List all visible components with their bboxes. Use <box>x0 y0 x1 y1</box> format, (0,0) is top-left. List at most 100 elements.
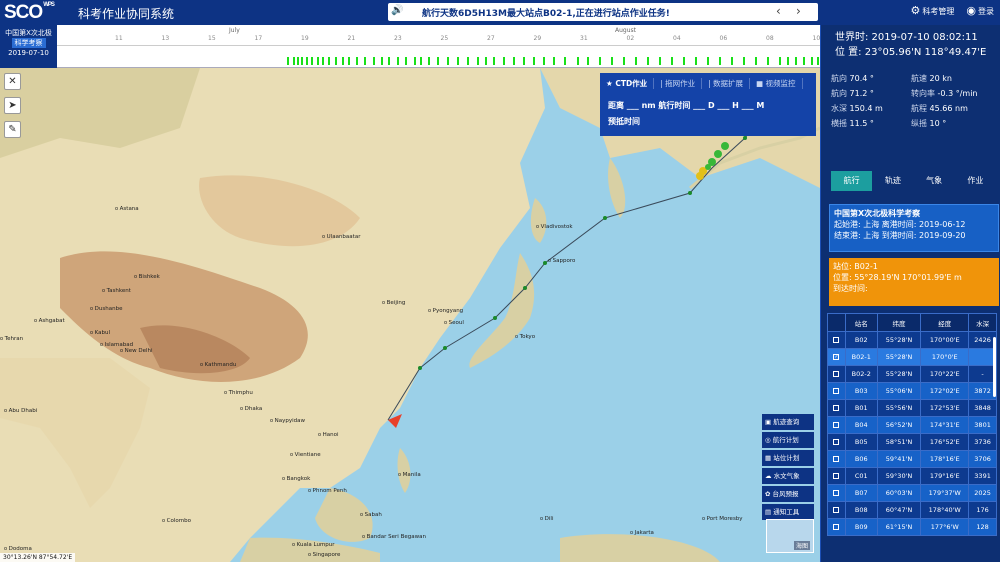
row-checkbox[interactable] <box>833 371 840 377</box>
notify-tool-button[interactable]: ▤ 通知工具 <box>762 504 814 520</box>
table-row[interactable]: B06 59°41'N 178°16'E 3706 <box>827 450 997 468</box>
table-cell: 61°15'N <box>876 518 922 536</box>
track-query-button[interactable]: ▣ 航迹查询 <box>762 414 814 430</box>
table-row[interactable]: B02-155°28'N170°0'E <box>827 348 997 366</box>
typhoon-button[interactable]: ✿ 台风预报 <box>762 486 814 502</box>
table-cell: B02-2 <box>844 365 878 383</box>
timeline-event <box>322 57 324 65</box>
tab-data[interactable]: | 数据扩展 <box>702 77 751 89</box>
table-cell: C01 <box>844 467 878 485</box>
table-cell: 3848 <box>968 399 997 417</box>
table-row[interactable]: B02-2 55°28'N 170°22'E - <box>827 365 997 383</box>
table-cell: 2025 <box>968 484 997 502</box>
notice-text: 航行天数6D5H13M最大站点B02-1,正在进行站点作业任务! <box>422 9 670 19</box>
table-row[interactable]: B05 58°51'N 176°52'E 3736 <box>827 433 997 451</box>
row-checkbox[interactable] <box>833 456 840 462</box>
table-row[interactable]: B07 60°03'N 179°37'W 2025 <box>827 484 997 502</box>
table-cell: B04 <box>844 416 878 434</box>
table-cell: B05 <box>844 433 878 451</box>
user-management-button[interactable]: ⚙ 科考管理 <box>911 4 955 17</box>
minimap[interactable]: 海图 <box>766 519 814 553</box>
notice-next-icon[interactable]: › <box>796 4 801 18</box>
timeline-tick: 08 <box>766 35 774 42</box>
tab-ctd[interactable]: ★ CTD作业 <box>600 77 655 89</box>
table-cell: 3736 <box>968 433 997 451</box>
row-checkbox[interactable] <box>833 422 840 428</box>
app-logo: SCOWPS <box>4 2 55 23</box>
tab-video[interactable]: ■ 视频监控 <box>750 77 803 89</box>
timeline-event <box>623 57 625 65</box>
row-checkbox[interactable] <box>833 490 840 496</box>
tab-track[interactable]: 轨迹 <box>872 171 913 191</box>
timeline-event <box>755 57 757 65</box>
nav-plan-button[interactable]: ◎ 航行计划 <box>762 432 814 448</box>
row-checkbox[interactable] <box>833 388 840 394</box>
row-checkbox[interactable] <box>833 337 840 343</box>
station-plan-button[interactable]: ▦ 站位计划 <box>762 450 814 466</box>
timeline-event <box>311 57 313 65</box>
close-icon[interactable]: ✕ <box>4 73 21 90</box>
tab-navigation[interactable]: 航行 <box>831 171 873 191</box>
pencil-icon[interactable]: ✎ <box>4 121 21 138</box>
table-cell: 3706 <box>968 450 997 468</box>
timeline-event <box>477 57 479 65</box>
tab-operation[interactable]: 作业 <box>955 171 996 191</box>
timeline-event <box>467 57 469 65</box>
timeline[interactable]: July August 11 13 15 17 19 21 23 25 27 29 31 02 04 06… <box>57 25 820 68</box>
timeline-event <box>297 57 299 65</box>
weather-button[interactable]: ☁ 水文气象 <box>762 468 814 484</box>
timeline-event <box>779 57 781 65</box>
table-cell: 174°31'E <box>920 416 970 434</box>
table-cell: B06 <box>844 450 878 468</box>
city-label: Thimphu <box>224 390 253 396</box>
city-label: Naypyidaw <box>270 418 305 424</box>
timeline-event <box>493 57 495 65</box>
table-row[interactable]: B09 61°15'N 177°6'W 128 <box>827 518 997 536</box>
timeline-tick: 04 <box>673 35 681 42</box>
city-label: Phnom Penh <box>308 488 347 494</box>
row-checkbox[interactable] <box>833 507 840 513</box>
table-row[interactable]: B03 55°06'N 172°02'E 3872 <box>827 382 997 400</box>
timeline-tick: 11 <box>115 35 123 42</box>
table-row[interactable]: B08 60°47'N 178°40'W 176 <box>827 501 997 519</box>
city-label: Beijing <box>382 300 406 306</box>
table-row[interactable]: B04 56°52'N 174°31'E 3801 <box>827 416 997 434</box>
tab-trawl[interactable]: | 拖网作业 <box>654 77 703 89</box>
timeline-event <box>577 57 579 65</box>
table-scrollbar[interactable] <box>993 337 996 397</box>
table-cell: 178°16'E <box>920 450 970 468</box>
timeline-event <box>388 57 390 65</box>
row-checkbox[interactable] <box>833 354 840 360</box>
login-button[interactable]: ◉ 登录 <box>966 4 994 17</box>
row-checkbox[interactable] <box>833 405 840 411</box>
timeline-event <box>420 57 422 65</box>
notice-prev-icon[interactable]: ‹ <box>776 4 781 18</box>
timeline-tick: 25 <box>440 35 449 42</box>
table-row[interactable]: B01 55°56'N 172°53'E 3848 <box>827 399 997 417</box>
row-checkbox[interactable] <box>833 439 840 445</box>
map-view[interactable]: Astana Ulaanbaatar Bishkek Tashkent Dush… <box>0 68 820 562</box>
table-cell: B03 <box>844 382 878 400</box>
table-row[interactable]: B02 55°28'N 170°00'E 2426 <box>827 331 997 349</box>
timeline-event <box>306 57 308 65</box>
timeline-tick: 27 <box>487 35 495 42</box>
timeline-event <box>659 57 661 65</box>
city-label: Jakarta <box>630 530 654 536</box>
timeline-event <box>405 57 407 65</box>
row-checkbox[interactable] <box>833 524 840 530</box>
pointer-icon[interactable]: ➤ <box>4 97 21 114</box>
table-cell: B02 <box>844 331 878 349</box>
timeline-event <box>381 57 383 65</box>
timeline-event <box>683 57 685 65</box>
timeline-event <box>342 57 344 65</box>
city-label: Tehran <box>0 336 23 342</box>
timeline-month: July <box>229 27 240 34</box>
row-checkbox[interactable] <box>833 473 840 479</box>
city-label: Dili <box>540 516 554 522</box>
timeline-event <box>635 57 637 65</box>
user-icon: ◉ <box>966 4 976 17</box>
table-row[interactable]: C01 59°30'N 179°16'E 3391 <box>827 467 997 485</box>
timeline-event <box>301 57 303 65</box>
city-label: Dodoma <box>4 546 32 552</box>
tab-weather[interactable]: 气象 <box>914 171 955 191</box>
